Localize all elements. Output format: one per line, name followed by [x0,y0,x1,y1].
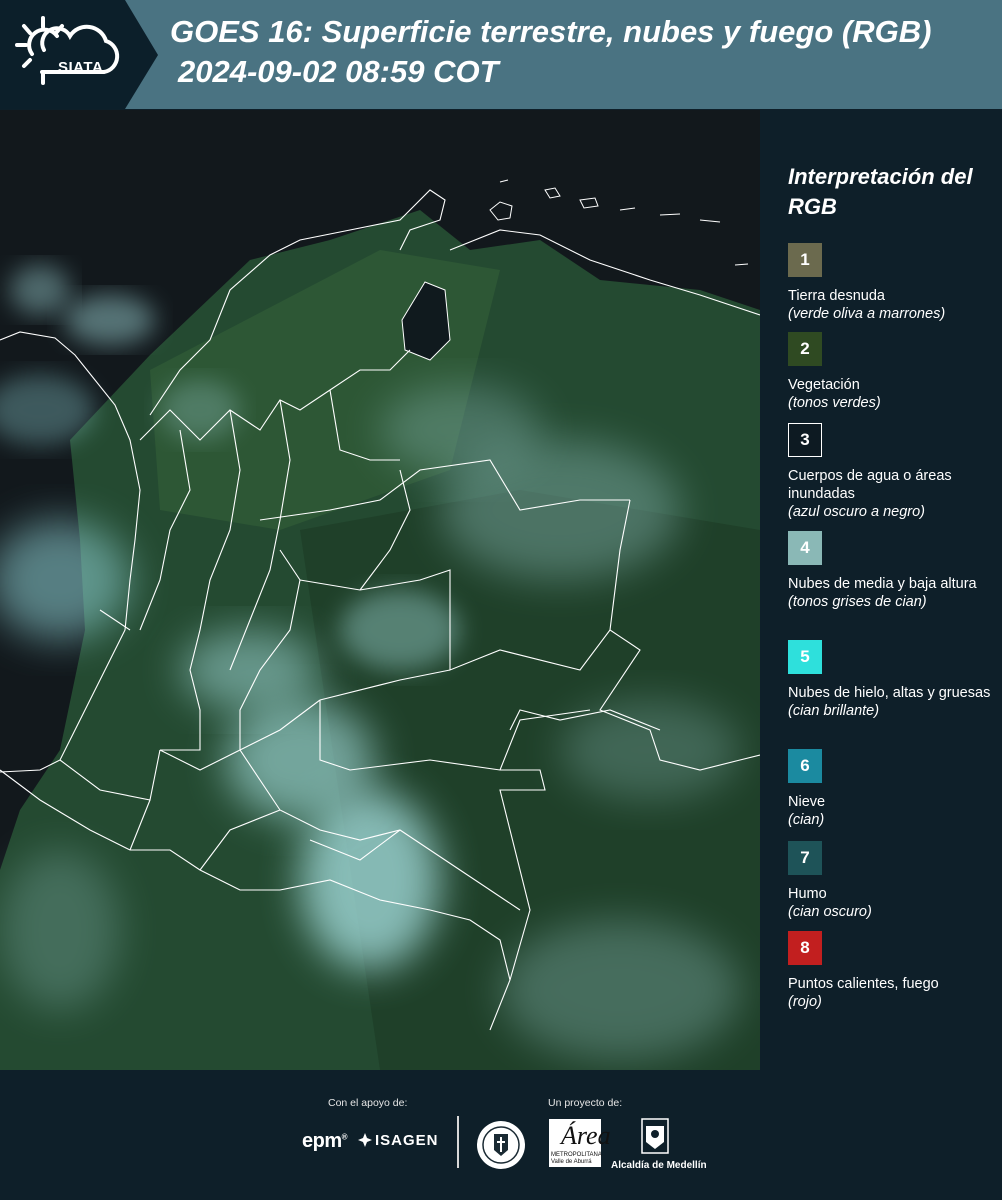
legend-label: Nieve [788,794,826,810]
legend-desc: (verde oliva a marrones) [788,306,946,322]
satellite-map [0,110,760,1070]
legend-swatch-6: 6 [788,749,822,783]
legend-item-snow: 6 Nieve (cian) [788,749,1002,829]
alcaldia-medellin-label: Alcaldía de Medellín [611,1160,707,1171]
legend-swatch-1: 1 [788,243,822,277]
legend-item-ice-clouds: 5 Nubes de hielo, altas y gruesas (cian … [788,640,1002,720]
legend-label: Humo [788,886,827,902]
epm-logo: epm® [302,1130,348,1152]
area-metropolitana-logo: Área METROPOLITANA Valle de Aburrá [549,1119,611,1167]
logo-text: SIATA [58,59,104,76]
project-label: Un proyecto de: [548,1097,623,1109]
legend-item-water: 3 Cuerpos de agua o áreas inundadas (azu… [788,423,1002,521]
legend-swatch-7: 7 [788,841,822,875]
legend-item-fire: 8 Puntos calientes, fuego (rojo) [788,931,1002,1011]
legend-desc: (tonos verdes) [788,395,881,411]
legend-swatch-5: 5 [788,640,822,674]
legend-label: Nubes de hielo, altas y gruesas [788,685,991,701]
legend-label: Vegetación [788,377,860,393]
legend-label: Nubes de media y baja altura [788,576,977,592]
legend-item-bare-soil: 1 Tierra desnuda (verde oliva a marrones… [788,243,1002,323]
legend-swatch-2: 2 [788,332,822,366]
government-seal-icon [477,1121,525,1169]
rgb-legend: Interpretación del RGB 1 Tierra desnuda … [770,110,1002,1070]
footer-divider [457,1116,459,1168]
legend-desc: (rojo) [788,994,822,1010]
support-label: Con el apoyo de: [328,1097,408,1109]
legend-desc: (cian oscuro) [788,904,872,920]
legend-desc: (cian brillante) [788,703,880,719]
siata-logo: SIATA [14,14,129,96]
sun-cloud-icon [15,16,120,85]
legend-swatch-8: 8 [788,931,822,965]
isagen-logo: ISAGEN [358,1132,439,1149]
page-timestamp: 2024-09-02 08:59 COT [178,54,499,89]
legend-item-vegetation: 2 Vegetación (tonos verdes) [788,332,1002,412]
legend-label: Cuerpos de agua o áreas inundadas [788,468,952,502]
satellite-rgb-map-image [0,110,760,1070]
legend-swatch-3: 3 [788,423,822,457]
legend-label: Puntos calientes, fuego [788,976,939,992]
page-title: GOES 16: Superficie terrestre, nubes y f… [170,14,932,49]
legend-item-low-clouds: 4 Nubes de media y baja altura (tonos gr… [788,531,1002,611]
legend-desc: (azul oscuro a negro) [788,504,926,520]
legend-label: Tierra desnuda [788,288,885,304]
medellin-crest-icon [641,1118,669,1154]
isagen-star-icon [358,1133,372,1147]
legend-swatch-4: 4 [788,531,822,565]
header: SIATA GOES 16: Superficie terrestre, nub… [0,0,1002,109]
legend-title: Interpretación del RGB [788,164,973,219]
legend-desc: (tonos grises de cian) [788,594,927,610]
legend-desc: (cian) [788,812,825,828]
footer: Con el apoyo de: Un proyecto de: epm® IS… [0,1070,1002,1200]
legend-item-smoke: 7 Humo (cian oscuro) [788,841,1002,921]
